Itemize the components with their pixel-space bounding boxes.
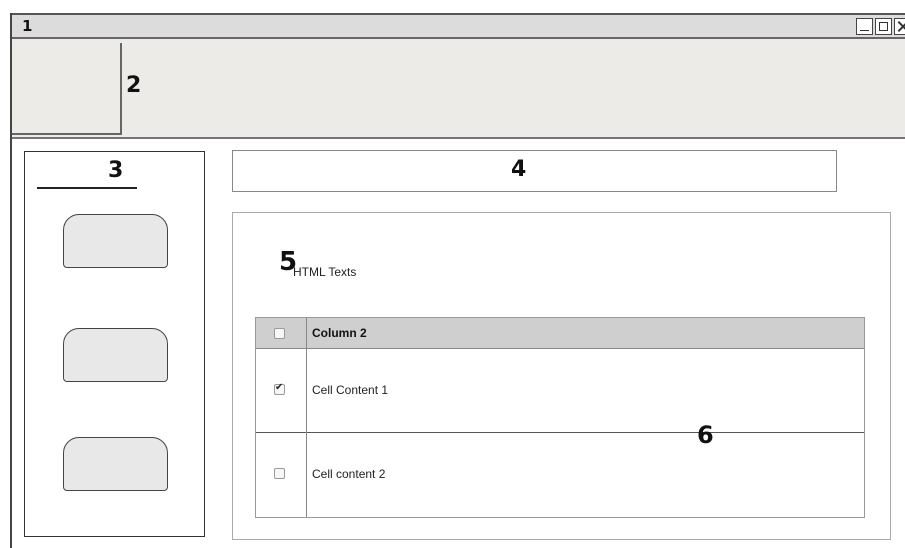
toolbar-button[interactable] (12, 43, 122, 135)
minimize-icon[interactable] (856, 18, 873, 35)
row-2-checkbox[interactable] (274, 468, 285, 479)
header-box: 4 (232, 150, 837, 192)
marker-4: 4 (511, 157, 527, 182)
marker-2: 2 (126, 73, 142, 98)
maximize-icon[interactable] (875, 18, 892, 35)
row-2-cell: Cell content 2 (312, 467, 386, 481)
grid-header: Column 2 (256, 318, 864, 349)
toolbar: 2 (12, 39, 905, 139)
table-row[interactable]: Cell Content 1 (256, 349, 864, 433)
sidebar: 3 (24, 151, 205, 537)
window-controls (856, 18, 905, 35)
app-window: 1 2 3 4 5 HTML Texts Column 2 Cell (10, 13, 905, 548)
window-title: 1 (22, 17, 33, 35)
content-panel: 5 HTML Texts Column 2 Cell Content 1 Cel… (232, 212, 891, 540)
row-1-checkbox[interactable] (274, 382, 285, 395)
sidebar-button-1[interactable] (63, 214, 168, 268)
row-1-cell: Cell Content 1 (312, 383, 389, 397)
table-row[interactable]: Cell content 2 (256, 433, 864, 517)
close-icon[interactable] (894, 18, 905, 35)
html-text: HTML Texts (293, 265, 357, 279)
marker-3: 3 (108, 158, 124, 183)
data-grid: Column 2 Cell Content 1 Cell content 2 (255, 317, 865, 518)
sidebar-button-3[interactable] (63, 437, 168, 491)
sidebar-underline (37, 187, 137, 189)
select-all-checkbox[interactable] (274, 328, 285, 339)
marker-6: 6 (697, 421, 714, 449)
column-2-header[interactable]: Column 2 (312, 326, 367, 340)
sidebar-button-2[interactable] (63, 328, 168, 382)
column-separator (306, 318, 307, 517)
title-bar[interactable]: 1 (12, 13, 905, 39)
